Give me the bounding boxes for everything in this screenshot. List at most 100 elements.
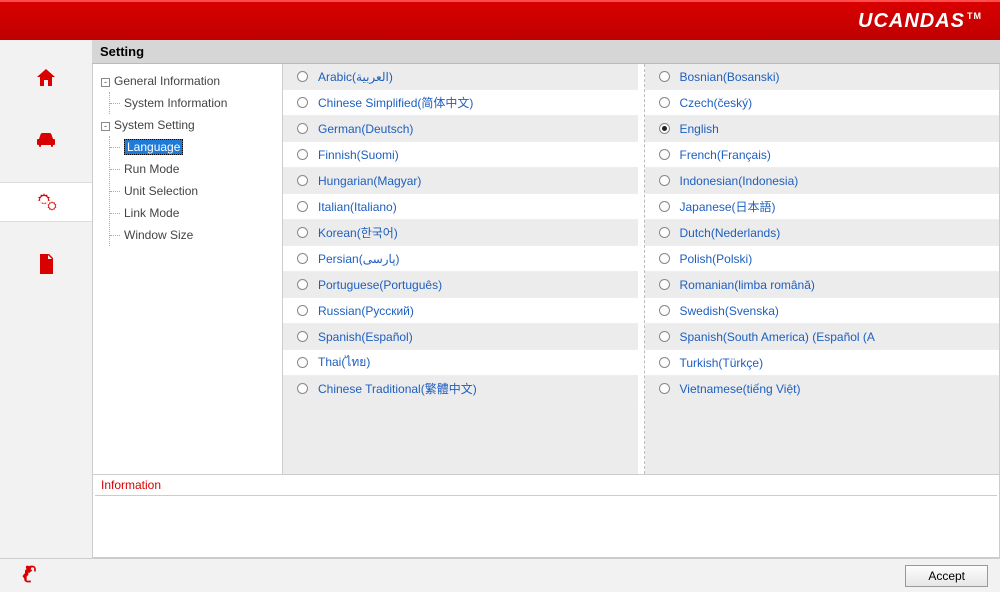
radio-icon xyxy=(659,123,670,134)
language-option[interactable]: Vietnamese(tiếng Việt) xyxy=(645,376,1000,402)
nav-settings[interactable] xyxy=(0,182,92,222)
language-label: Spanish(South America) (Español (A xyxy=(680,330,875,344)
language-option[interactable]: English xyxy=(645,116,1000,142)
tree-item-run-mode[interactable]: Run Mode xyxy=(120,158,282,180)
language-option[interactable]: Chinese Traditional(繁體中文) xyxy=(283,376,638,402)
home-icon xyxy=(34,66,58,90)
language-option[interactable]: Czech(český) xyxy=(645,90,1000,116)
language-label: Dutch(Nederlands) xyxy=(680,226,781,240)
language-option[interactable]: Persian(پارسى) xyxy=(283,246,638,272)
radio-icon xyxy=(297,227,308,238)
radio-icon xyxy=(297,123,308,134)
app-header: UCANDASTM xyxy=(0,0,1000,40)
radio-icon xyxy=(659,357,670,368)
radio-icon xyxy=(659,149,670,160)
language-option[interactable]: Swedish(Svenska) xyxy=(645,298,1000,324)
page-title: Setting xyxy=(92,40,1000,64)
language-option[interactable]: Hungarian(Magyar) xyxy=(283,168,638,194)
language-option[interactable]: Dutch(Nederlands) xyxy=(645,220,1000,246)
language-label: Spanish(Español) xyxy=(318,330,413,344)
language-option[interactable]: Spanish(Español) xyxy=(283,324,638,350)
language-column-right: Bosnian(Bosanski) Czech(český) English Fren… xyxy=(644,64,1000,474)
language-label: Russian(Русский) xyxy=(318,304,414,318)
radio-icon xyxy=(659,227,670,238)
radio-icon xyxy=(297,149,308,160)
tree-group-system-setting[interactable]: -System Setting Language Run Mode Unit S… xyxy=(101,114,282,246)
tree-item-system-information[interactable]: System Information xyxy=(120,92,282,114)
language-option[interactable]: Indonesian(Indonesia) xyxy=(645,168,1000,194)
language-option[interactable]: Romanian(limba română) xyxy=(645,272,1000,298)
language-label: Korean(한국어) xyxy=(318,224,398,241)
nav-rail xyxy=(0,40,92,558)
language-option[interactable]: Bosnian(Bosanski) xyxy=(645,64,1000,90)
content-column: Setting -General Information System Info… xyxy=(92,40,1000,558)
language-option[interactable]: Korean(한국어) xyxy=(283,220,638,246)
settings-tree: -General Information System Information … xyxy=(93,64,283,474)
language-option[interactable]: Turkish(Türkçe) xyxy=(645,350,1000,376)
tree-item-language[interactable]: Language xyxy=(120,136,282,158)
language-label: English xyxy=(680,122,719,136)
radio-icon xyxy=(297,97,308,108)
radio-icon xyxy=(297,201,308,212)
language-option[interactable]: Japanese(日本語) xyxy=(645,194,1000,220)
column-spacer xyxy=(283,402,638,474)
radio-icon xyxy=(659,201,670,212)
language-label: Czech(český) xyxy=(680,96,753,110)
column-spacer xyxy=(645,402,1000,474)
accept-button[interactable]: Accept xyxy=(905,565,988,587)
brand-tm: TM xyxy=(967,11,982,21)
language-label: Chinese Traditional(繁體中文) xyxy=(318,380,477,397)
info-panel: Information xyxy=(92,475,1000,558)
radio-icon xyxy=(297,71,308,82)
language-option[interactable]: Arabic(العربية) xyxy=(283,64,638,90)
main-area: Setting -General Information System Info… xyxy=(0,40,1000,558)
language-label: Portuguese(Português) xyxy=(318,278,442,292)
radio-icon xyxy=(297,357,308,368)
language-option[interactable]: Thai(ไทย) xyxy=(283,350,638,376)
radio-icon xyxy=(659,305,670,316)
language-option[interactable]: German(Deutsch) xyxy=(283,116,638,142)
language-label: Chinese Simplified(简体中文) xyxy=(318,94,473,111)
tree-label: General Information xyxy=(114,74,220,88)
language-label: Thai(ไทย) xyxy=(318,353,370,372)
radio-icon xyxy=(659,175,670,186)
footer-bar: Accept xyxy=(0,558,1000,592)
car-icon xyxy=(34,128,58,152)
radio-icon xyxy=(297,253,308,264)
tree-label: System Setting xyxy=(114,118,195,132)
language-option[interactable]: French(Français) xyxy=(645,142,1000,168)
language-label: Vietnamese(tiếng Việt) xyxy=(680,382,801,396)
language-option[interactable]: Polish(Polski) xyxy=(645,246,1000,272)
radio-icon xyxy=(297,175,308,186)
language-option[interactable]: Spanish(South America) (Español (A xyxy=(645,324,1000,350)
language-label: Swedish(Svenska) xyxy=(680,304,779,318)
language-option[interactable]: Russian(Русский) xyxy=(283,298,638,324)
language-label: Italian(Italiano) xyxy=(318,200,397,214)
language-label: Arabic(العربية) xyxy=(318,70,393,84)
nav-home[interactable] xyxy=(0,58,92,98)
gears-icon xyxy=(34,190,58,214)
language-label: German(Deutsch) xyxy=(318,122,413,136)
tree-item-unit-selection[interactable]: Unit Selection xyxy=(120,180,282,202)
tree-toggle-icon[interactable]: - xyxy=(101,78,110,87)
info-header: Information xyxy=(93,475,999,495)
info-body[interactable] xyxy=(95,495,997,555)
radio-icon xyxy=(297,279,308,290)
language-options: Arabic(العربية) Chinese Simplified(简体中文) G… xyxy=(283,64,999,474)
language-label: Persian(پارسى) xyxy=(318,252,400,266)
nav-report[interactable] xyxy=(0,244,92,284)
language-option[interactable]: Finnish(Suomi) xyxy=(283,142,638,168)
tree-item-window-size[interactable]: Window Size xyxy=(120,224,282,246)
radio-icon xyxy=(659,383,670,394)
brand-logo: UCANDASTM xyxy=(858,10,982,33)
tree-toggle-icon[interactable]: - xyxy=(101,122,110,131)
tree-group-general[interactable]: -General Information System Information xyxy=(101,70,282,114)
exit-icon[interactable] xyxy=(20,564,40,587)
language-label: Hungarian(Magyar) xyxy=(318,174,421,188)
language-option[interactable]: Portuguese(Português) xyxy=(283,272,638,298)
language-option[interactable]: Chinese Simplified(简体中文) xyxy=(283,90,638,116)
tree-item-link-mode[interactable]: Link Mode xyxy=(120,202,282,224)
language-option[interactable]: Italian(Italiano) xyxy=(283,194,638,220)
radio-icon xyxy=(297,383,308,394)
nav-vehicle[interactable] xyxy=(0,120,92,160)
